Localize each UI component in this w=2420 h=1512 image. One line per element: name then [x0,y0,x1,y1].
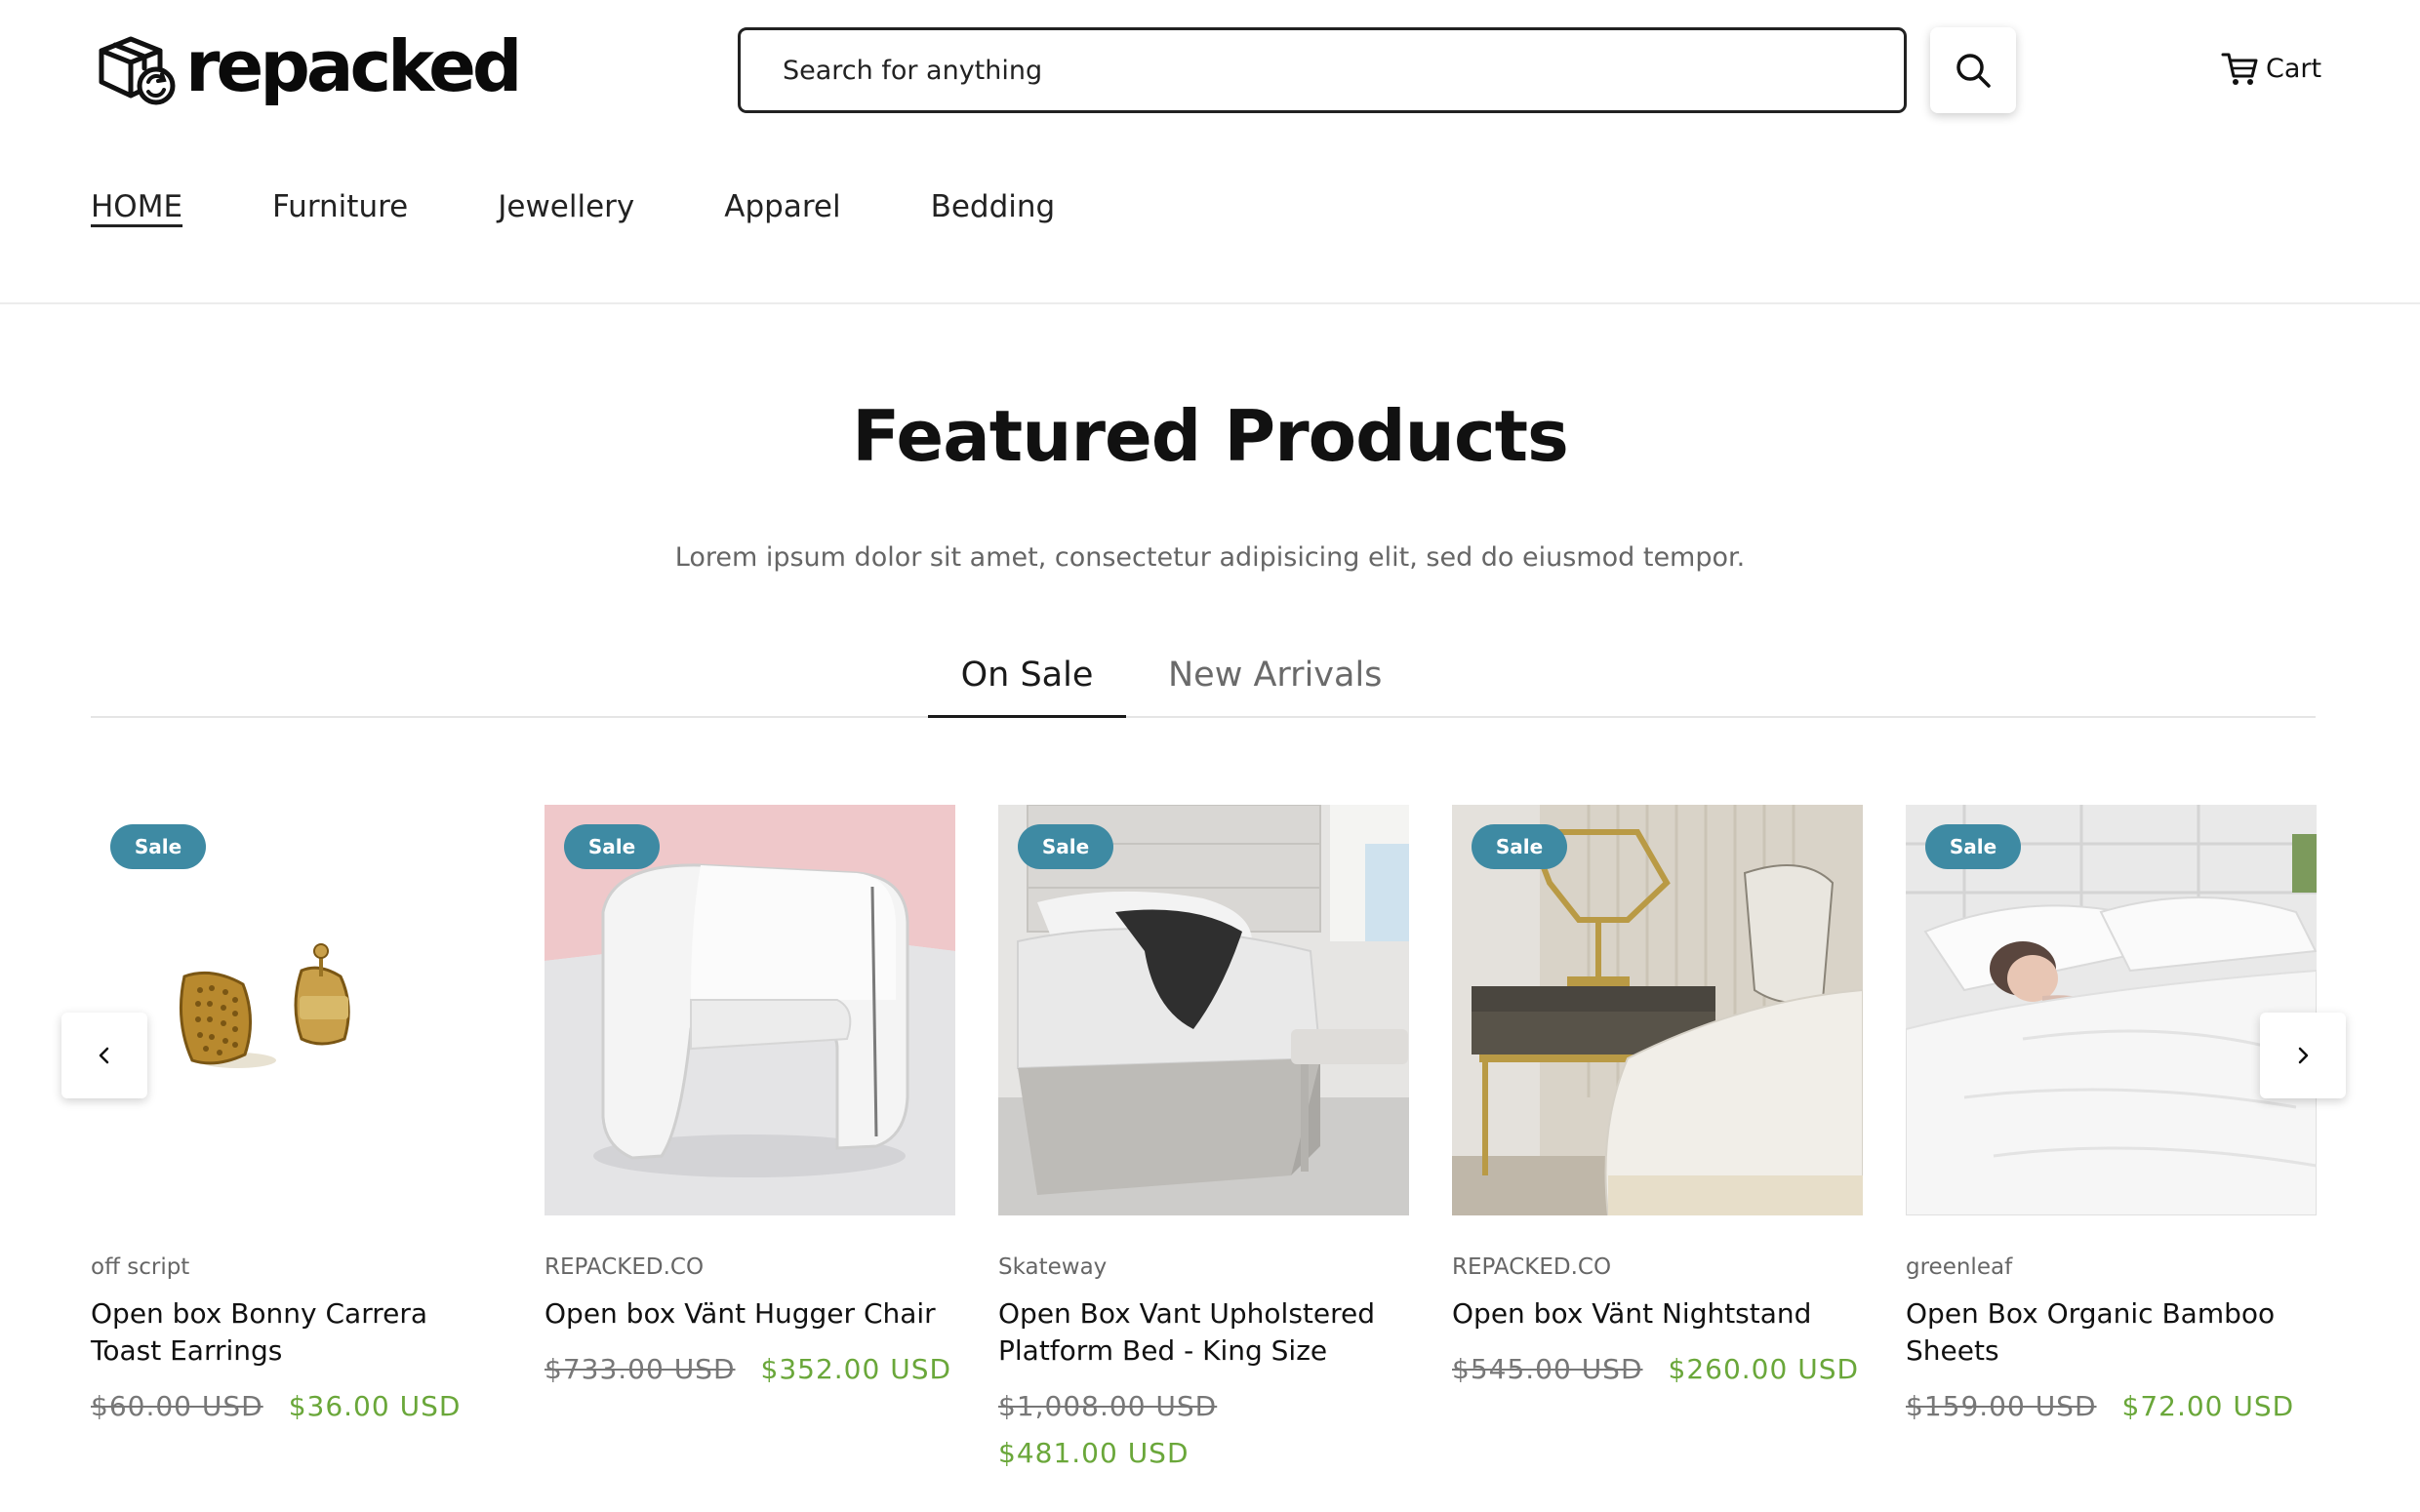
section-title: Featured Products [852,395,1569,477]
site-logo[interactable]: repacked [96,25,522,107]
product-vendor: Skateway [998,1254,1108,1280]
section-subtitle: Lorem ipsum dolor sit amet, consectetur … [674,542,1746,573]
search-icon [1956,54,1991,88]
product-prices: $733.00 USD $352.00 USD [544,1346,955,1393]
search-input[interactable] [783,55,1904,86]
compare-at-price: $733.00 USD [544,1353,736,1385]
cart-icon [2221,53,2258,85]
brand-name: repacked [185,25,522,107]
product-card[interactable]: Sale off script Open box Bonny Carrera T… [91,805,502,1430]
cart-label: Cart [2266,53,2322,84]
product-vendor: REPACKED.CO [1452,1254,1612,1280]
carousel-prev-button[interactable] [61,1013,147,1098]
product-title[interactable]: Open Box Organic Bamboo Sheets [1906,1295,2317,1370]
nav-item-home[interactable]: HOME [91,189,182,224]
product-prices: $60.00 USD $36.00 USD [91,1383,502,1430]
product-image[interactable]: Sale [91,805,502,1215]
compare-at-price: $1,008.00 USD [998,1390,1218,1422]
tab-new-arrivals[interactable]: New Arrivals [1158,644,1549,718]
search-button[interactable] [1930,27,2016,113]
nav-item-apparel[interactable]: Apparel [724,189,840,224]
product-image[interactable]: Sale [1906,805,2317,1215]
compare-at-price: $60.00 USD [91,1390,263,1422]
site-header: repacked Cart HOME Furniture Jewellery A… [0,0,2420,304]
sale-price: $352.00 USD [760,1353,952,1385]
main-nav: HOME Furniture Jewellery Apparel Bedding [91,183,1145,230]
nav-item-furniture[interactable]: Furniture [272,189,408,224]
product-title[interactable]: Open box Vänt Hugger Chair [544,1295,955,1333]
box-recycle-icon [99,36,176,105]
chevron-left-icon [99,1047,109,1064]
compare-at-price: $159.00 USD [1906,1390,2097,1422]
product-vendor: off script [91,1254,190,1280]
product-prices: $1,008.00 USD $481.00 USD [998,1383,1409,1477]
sale-badge: Sale [1018,824,1113,869]
tab-on-sale[interactable]: On Sale [928,644,1126,718]
sale-price: $260.00 USD [1668,1353,1860,1385]
sale-badge: Sale [1472,824,1567,869]
product-image[interactable]: Sale [544,805,955,1215]
product-card[interactable]: Sale greenleaf Open Box Organic Bamboo S… [1906,805,2317,1430]
nav-item-bedding[interactable]: Bedding [931,189,1056,224]
sale-badge: Sale [110,824,206,869]
sale-badge: Sale [1925,824,2021,869]
sale-price: $36.00 USD [288,1390,462,1422]
product-vendor: REPACKED.CO [544,1254,705,1280]
product-tabs: On Sale New Arrivals [91,644,2316,718]
product-vendor: greenleaf [1906,1254,2013,1280]
sale-price: $72.00 USD [2121,1390,2295,1422]
sale-price: $481.00 USD [998,1437,1190,1469]
product-prices: $545.00 USD $260.00 USD [1452,1346,1863,1393]
carousel-next-button[interactable] [2260,1013,2346,1098]
chevron-right-icon [2298,1047,2309,1064]
product-card[interactable]: Sale REPACKED.CO Open box Vänt Nightstan… [1452,805,1863,1393]
product-image[interactable]: Sale [1452,805,1863,1215]
product-title[interactable]: Open box Bonny Carrera Toast Earrings [91,1295,502,1370]
sale-badge: Sale [564,824,660,869]
product-prices: $159.00 USD $72.00 USD [1906,1383,2317,1430]
product-card[interactable]: Sale Skateway Open Box Vant Upholstered … [998,805,1409,1477]
product-title[interactable]: Open box Vänt Nightstand [1452,1295,1863,1333]
product-card[interactable]: Sale REPACKED.CO Open box Vänt Hugger Ch… [544,805,955,1393]
product-image[interactable]: Sale [998,805,1409,1215]
search-field[interactable] [738,27,1907,113]
cart-link[interactable]: Cart [2221,47,2321,90]
product-title[interactable]: Open Box Vant Upholstered Platform Bed -… [998,1295,1409,1370]
nav-item-jewellery[interactable]: Jewellery [498,189,634,224]
product-carousel: Sale off script Open box Bonny Carrera T… [91,805,2317,1488]
compare-at-price: $545.00 USD [1452,1353,1643,1385]
